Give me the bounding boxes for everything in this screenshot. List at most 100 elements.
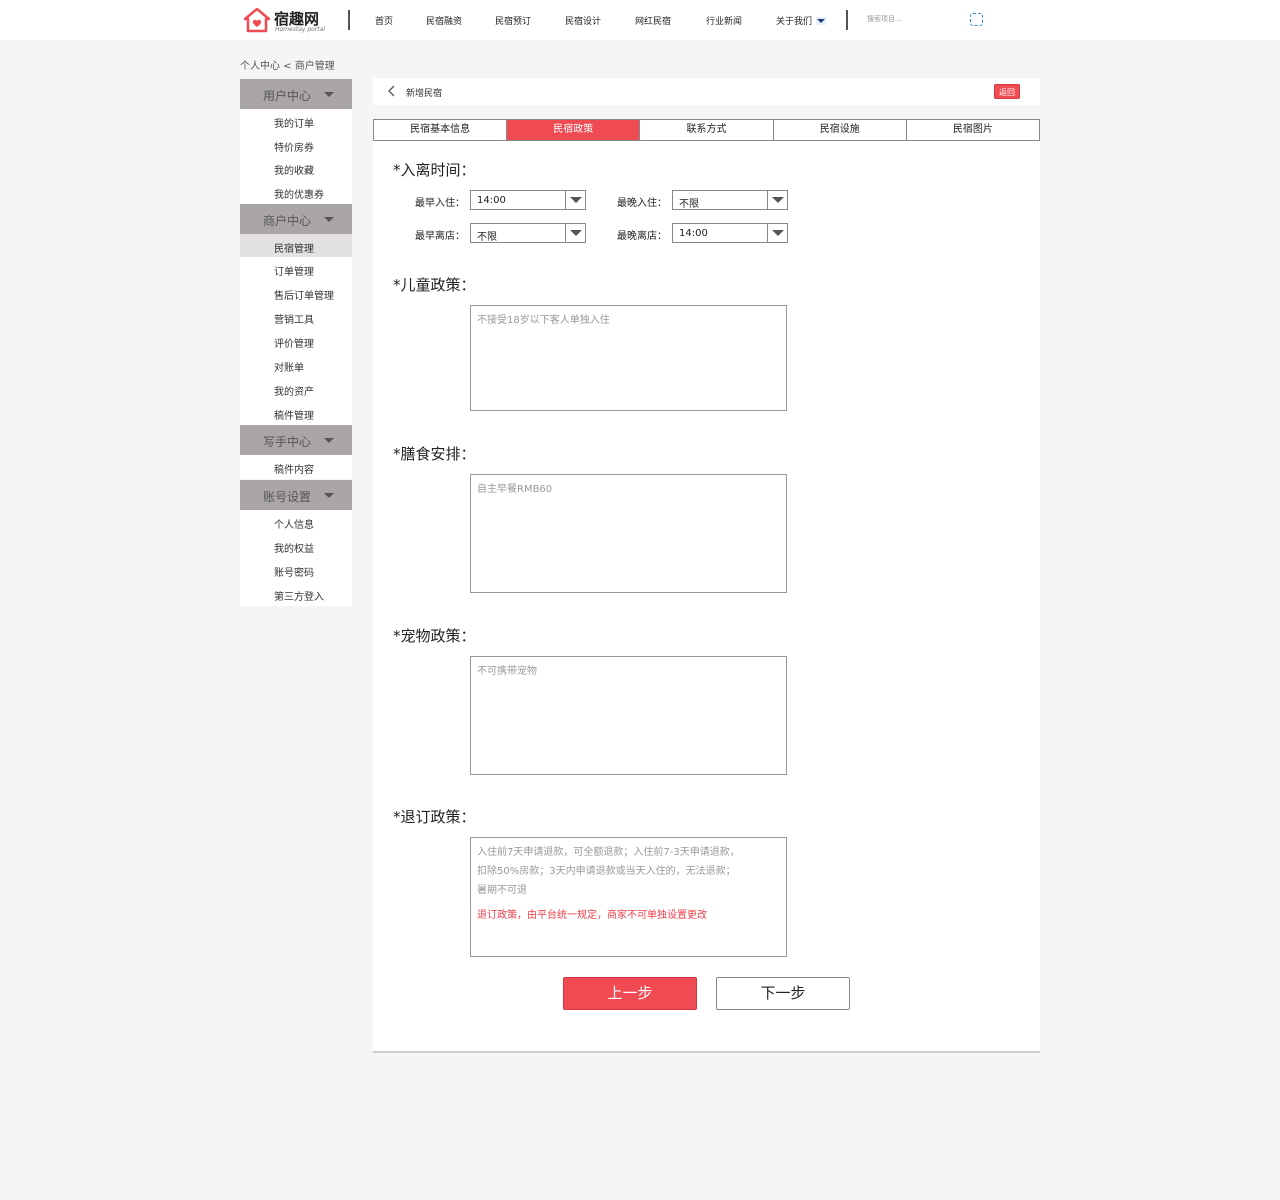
sidebar-item-my-coupons[interactable]: 我的优惠券 (240, 180, 352, 204)
refund-text-line: 暑期不可退 (477, 885, 527, 896)
dropdown-arrow-icon[interactable] (565, 191, 585, 209)
checkin-section-title: *入离时间： (393, 161, 476, 179)
page-title: 新增民宿 (406, 89, 443, 99)
earliest-checkout-label: 最早离店： (415, 231, 465, 242)
refund-policy-textarea[interactable]: 入住前7天申请退款，可全额退款；入住前7-3天申请退款， 扣除50%房款；3天内… (470, 837, 787, 957)
logo-subtitle: Homestay portal (275, 26, 325, 33)
pets-policy-title: *宠物政策： (393, 627, 476, 645)
dropdown-arrow-icon[interactable] (767, 224, 787, 242)
nav-design[interactable]: 民宿设计 (565, 14, 601, 27)
sidebar-item-label: 第三方登入 (274, 592, 324, 603)
tab-images[interactable]: 民宿图片 (907, 120, 1039, 140)
nav-home[interactable]: 首页 (375, 14, 393, 27)
next-step-button[interactable]: 下一步 (716, 977, 850, 1010)
select-value: 不限 (477, 232, 497, 243)
sidebar-item-aftersale-orders[interactable]: 售后订单管理 (240, 281, 352, 305)
nav-divider (846, 10, 848, 30)
chevron-down-icon[interactable] (816, 17, 826, 25)
tab-policies[interactable]: 民宿政策 (507, 120, 641, 140)
sidebar-item-label: 营销工具 (274, 315, 314, 326)
refund-text-line: 入住前7天申请退款，可全额退款；入住前7-3天申请退款， (477, 847, 740, 858)
textarea-placeholder: 不接受18岁以下客人单独入住 (477, 315, 610, 326)
page-title-bar: 新增民宿 返回 (373, 78, 1040, 105)
nav-about[interactable]: 关于我们 (776, 14, 812, 27)
top-navbar: 宿趣网 Homestay portal 首页 民宿融资 民宿预订 民宿设计 网红… (0, 0, 1280, 40)
textarea-placeholder: 自主早餐RMB60 (477, 484, 553, 495)
search-input[interactable]: 搜索项目... (867, 14, 902, 24)
latest-checkin-select[interactable]: 不限 (672, 190, 788, 210)
sidebar-item-label: 稿件内容 (274, 465, 314, 476)
dropdown-arrow-icon[interactable] (767, 191, 787, 209)
children-policy-title: *儿童政策： (393, 276, 476, 294)
sidebar-item-label: 我的优惠券 (274, 190, 324, 201)
sidebar-item-my-orders[interactable]: 我的订单 (240, 109, 352, 133)
nav-popular[interactable]: 网红民宿 (635, 14, 671, 27)
sidebar-group-title: 商户中心 (263, 214, 312, 228)
breadcrumb: 个人中心 < 商户管理 (240, 61, 335, 72)
sidebar-group-title: 账号设置 (263, 490, 312, 504)
sidebar-group-title: 用户中心 (263, 89, 312, 103)
sidebar-item-review-management[interactable]: 评价管理 (240, 329, 352, 353)
sidebar-group-account-settings[interactable]: 账号设置 (240, 480, 352, 510)
sidebar-item-label: 特价房券 (274, 143, 314, 154)
sidebar-item-manuscript-management[interactable]: 稿件管理 (240, 401, 352, 425)
sidebar-item-statements[interactable]: 对账单 (240, 353, 352, 377)
select-value: 不限 (679, 199, 699, 210)
caret-down-icon (324, 92, 334, 97)
nav-booking[interactable]: 民宿预订 (495, 14, 531, 27)
sidebar-item-manuscript-content[interactable]: 稿件内容 (240, 455, 352, 479)
sidebar-item-homestay-management[interactable]: 民宿管理 (240, 234, 352, 258)
sidebar-group-user-center[interactable]: 用户中心 (240, 79, 352, 109)
sidebar-item-label: 评价管理 (274, 339, 314, 350)
sidebar-item-label: 我的收藏 (274, 166, 314, 177)
search-icon[interactable] (970, 13, 983, 26)
sidebar-item-special-coupons[interactable]: 特价房券 (240, 133, 352, 157)
site-logo[interactable]: 宿趣网 Homestay portal (243, 7, 333, 35)
meals-textarea[interactable]: 自主早餐RMB60 (470, 474, 787, 593)
sidebar-item-label: 民宿管理 (274, 244, 314, 255)
sidebar-item-order-management[interactable]: 订单管理 (240, 257, 352, 281)
chevron-left-icon[interactable] (387, 85, 397, 97)
sidebar-item-my-assets[interactable]: 我的资产 (240, 377, 352, 401)
sidebar-item-account-password[interactable]: 账号密码 (240, 558, 352, 582)
nav-news[interactable]: 行业新闻 (706, 14, 742, 27)
refund-policy-title: *退订政策： (393, 808, 476, 826)
sidebar-item-label: 稿件管理 (274, 411, 314, 422)
latest-checkout-select[interactable]: 14:00 (672, 223, 788, 243)
nav-divider (348, 10, 350, 30)
sidebar-item-favorites[interactable]: 我的收藏 (240, 156, 352, 180)
nav-financing[interactable]: 民宿融资 (426, 14, 462, 27)
latest-checkin-label: 最晚入住： (617, 198, 667, 209)
sidebar-item-label: 对账单 (274, 363, 304, 374)
select-value: 14:00 (679, 228, 708, 239)
return-button[interactable]: 返回 (994, 84, 1020, 99)
tab-contact[interactable]: 联系方式 (640, 120, 774, 140)
sidebar-group-merchant-center[interactable]: 商户中心 (240, 204, 352, 234)
children-policy-textarea[interactable]: 不接受18岁以下客人单独入住 (470, 305, 787, 411)
tab-facilities[interactable]: 民宿设施 (774, 120, 907, 140)
meals-section-title: *膳食安排： (393, 445, 476, 463)
sidebar-item-my-rights[interactable]: 我的权益 (240, 534, 352, 558)
earliest-checkout-select[interactable]: 不限 (470, 223, 586, 243)
refund-warning-text: 退订政策，由平台统一规定，商家不可单独设置更改 (477, 910, 707, 921)
house-logo-icon (243, 7, 271, 33)
sidebar-item-marketing-tools[interactable]: 营销工具 (240, 305, 352, 329)
earliest-checkin-label: 最早入住： (415, 198, 465, 209)
sidebar-item-third-party-login[interactable]: 第三方登入 (240, 582, 352, 606)
sidebar-item-label: 订单管理 (274, 267, 314, 278)
sidebar-item-label: 我的订单 (274, 119, 314, 130)
sidebar-item-label: 个人信息 (274, 520, 314, 531)
caret-down-icon (324, 217, 334, 222)
pets-policy-textarea[interactable]: 不可携带宠物 (470, 656, 787, 775)
sidebar-item-personal-info[interactable]: 个人信息 (240, 510, 352, 534)
prev-step-button[interactable]: 上一步 (563, 977, 697, 1010)
tab-basic-info[interactable]: 民宿基本信息 (374, 120, 508, 140)
refund-text-line: 扣除50%房款；3天内申请退款或当天入住的，无法退款； (477, 866, 736, 877)
select-value: 14:00 (477, 195, 506, 206)
dropdown-arrow-icon[interactable] (565, 224, 585, 242)
sidebar-item-label: 我的资产 (274, 387, 314, 398)
caret-down-icon (324, 493, 334, 498)
textarea-placeholder: 不可携带宠物 (477, 666, 537, 677)
sidebar-group-writer-center[interactable]: 写手中心 (240, 425, 352, 455)
earliest-checkin-select[interactable]: 14:00 (470, 190, 586, 210)
